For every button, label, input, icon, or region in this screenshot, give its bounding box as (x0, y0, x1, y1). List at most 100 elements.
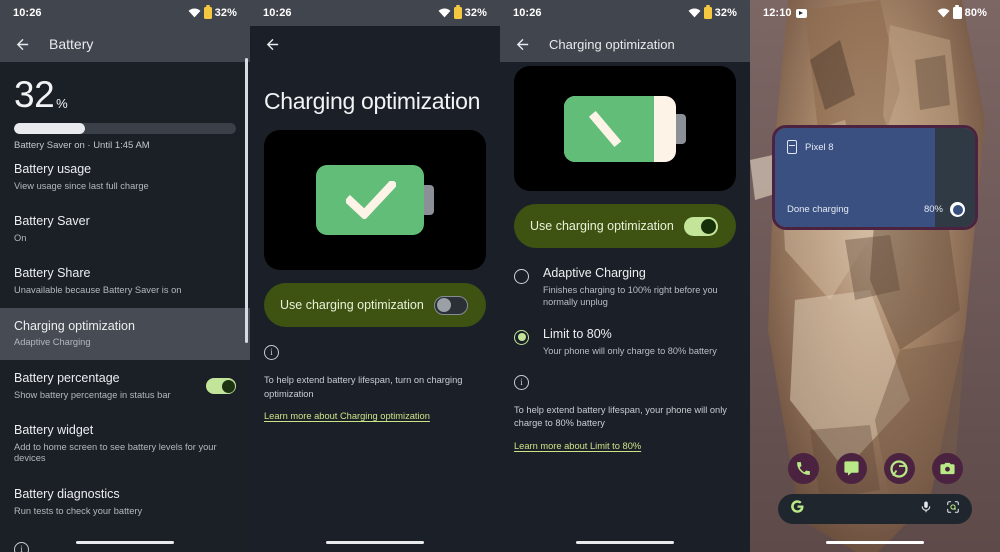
radio-option-limit-80[interactable]: Limit to 80% Your phone will only charge… (500, 327, 750, 357)
status-bar-battery: 32% (714, 7, 737, 19)
messages-app-icon[interactable] (835, 453, 867, 484)
battery-percentage-toggle[interactable] (206, 378, 236, 395)
check-icon (344, 179, 398, 224)
learn-more-link[interactable]: Learn more about Limit to 80% (514, 441, 641, 451)
page-title: Charging optimization (264, 88, 481, 114)
row-subtitle: On (14, 232, 27, 243)
battery-charging-icon (952, 5, 962, 19)
status-bar-left: 10:26 (13, 7, 42, 19)
wifi-icon (188, 8, 201, 18)
panel-charging-optimization-on: 10:26 32% Charging optimization Use char… (500, 0, 750, 552)
status-bar: 10:26 32% (0, 0, 250, 26)
battery-cap (675, 113, 686, 144)
option-label: Use charging optimization (280, 298, 424, 313)
chrome-app-icon[interactable] (883, 453, 915, 484)
wifi-icon (438, 8, 451, 18)
setting-row-charging-optimization[interactable]: Charging optimization Adaptive Charging (0, 307, 250, 360)
cast-icon (795, 8, 807, 18)
status-bar-left: 10:26 (513, 7, 542, 19)
google-g-icon[interactable] (790, 499, 805, 519)
nav-bar (250, 540, 500, 544)
settings-body: 32 % Battery Saver on · Until 1:45 AM Ba… (0, 62, 250, 552)
phone-icon (787, 140, 797, 154)
widget-footer: Done charging 80% (787, 202, 965, 217)
screenshot-grid: 10:26 32% Battery 32 % Battery Saver on … (0, 0, 1000, 552)
option-title: Limit to 80% (543, 326, 612, 341)
google-lens-icon[interactable] (946, 500, 960, 519)
back-arrow-icon[interactable] (14, 36, 31, 53)
nav-bar (750, 540, 1000, 544)
home-pill[interactable] (76, 540, 174, 544)
info-block: To help extend battery lifespan, your ph… (500, 375, 750, 453)
camera-app-icon[interactable] (931, 453, 963, 484)
battery-saver-icon (203, 5, 212, 19)
learn-more-link[interactable]: Learn more about Charging optimization (264, 411, 430, 421)
status-bar-battery: 32% (464, 7, 487, 19)
back-arrow-icon[interactable] (514, 36, 531, 53)
row-title: Battery Saver (14, 214, 90, 229)
row-title: Battery widget (14, 423, 94, 438)
option-subtitle: Your phone will only charge to 80% batte… (543, 345, 717, 356)
row-subtitle: Show battery percentage in status bar (14, 389, 171, 400)
panel-battery-settings: 10:26 32% Battery 32 % Battery Saver on … (0, 0, 250, 552)
home-pill[interactable] (576, 540, 674, 544)
status-bar-right: 32% (188, 5, 237, 19)
status-bar-left: 10:26 (263, 7, 292, 19)
info-block: To help extend battery lifespan, turn on… (250, 345, 500, 423)
use-charging-optimization-toggle[interactable] (434, 295, 468, 315)
battery-saver-icon (453, 5, 462, 19)
info-icon (264, 345, 279, 361)
microphone-icon[interactable] (919, 500, 933, 519)
info-text: To help extend battery lifespan, your ph… (514, 405, 727, 429)
setting-row-battery-share[interactable]: Battery Share Unavailable because Batter… (0, 255, 250, 307)
status-bar-time: 10:26 (513, 7, 542, 19)
back-arrow-icon[interactable] (264, 36, 281, 53)
setting-row-battery-saver[interactable]: Battery Saver On (0, 203, 250, 255)
battery-cap (423, 185, 434, 216)
phone-app-icon[interactable] (787, 453, 819, 484)
setting-row-battery-percentage[interactable]: Battery percentage Show battery percenta… (0, 360, 250, 412)
home-pill[interactable] (826, 540, 924, 544)
use-charging-optimization-row[interactable]: Use charging optimization (514, 204, 736, 248)
home-pill[interactable] (326, 540, 424, 544)
battery-saver-icon (703, 5, 712, 19)
status-bar-time: 10:26 (13, 7, 42, 19)
search-bar[interactable] (778, 494, 972, 524)
battery-dot-icon (950, 202, 965, 217)
option-subtitle: Finishes charging to 100% right before y… (543, 285, 718, 308)
widget-status-text: Done charging (787, 204, 849, 215)
row-subtitle: Adaptive Charging (14, 337, 91, 348)
row-title: Battery Share (14, 266, 91, 281)
use-charging-optimization-row[interactable]: Use charging optimization (264, 283, 486, 328)
battery-body (564, 95, 676, 162)
battery-level-value: 32 (14, 74, 55, 115)
bolt-icon (588, 110, 624, 153)
option-label: Use charging optimization (530, 219, 674, 233)
status-bar-right: 32% (688, 5, 737, 19)
battery-level: 32 % (0, 62, 250, 113)
nav-bar (500, 540, 750, 544)
setting-row-battery-diagnostics[interactable]: Battery diagnostics Run tests to check y… (0, 476, 250, 528)
battery-body (316, 165, 424, 236)
radio-option-adaptive-charging[interactable]: Adaptive Charging Finishes charging to 1… (500, 266, 750, 309)
setting-row-battery-widget[interactable]: Battery widget Add to home screen to see… (0, 412, 250, 476)
use-charging-optimization-toggle[interactable] (684, 216, 718, 236)
wifi-icon (937, 8, 950, 18)
battery-progress-bar (14, 123, 236, 134)
status-bar-battery: 32% (214, 7, 237, 19)
dock (750, 453, 1000, 484)
status-bar-right: 32% (438, 5, 487, 19)
widget-header: Pixel 8 (787, 140, 834, 154)
status-bar-battery: 80% (964, 7, 987, 19)
battery-widget[interactable]: Pixel 8 Done charging 80% (772, 125, 978, 230)
radio-button[interactable] (514, 329, 529, 345)
app-bar: Battery (0, 26, 250, 62)
panel-charging-optimization-off: 10:26 32% Charging optimization Use char… (250, 0, 500, 552)
widget-device-name: Pixel 8 (805, 141, 834, 153)
setting-row-battery-usage[interactable]: Battery usage View usage since last full… (0, 151, 250, 203)
battery-80-illustration (514, 66, 736, 191)
battery-progress-fill (14, 123, 86, 134)
row-subtitle: Add to home screen to see battery levels… (14, 441, 217, 464)
scrollbar[interactable] (245, 58, 248, 343)
radio-button[interactable] (514, 269, 529, 284)
